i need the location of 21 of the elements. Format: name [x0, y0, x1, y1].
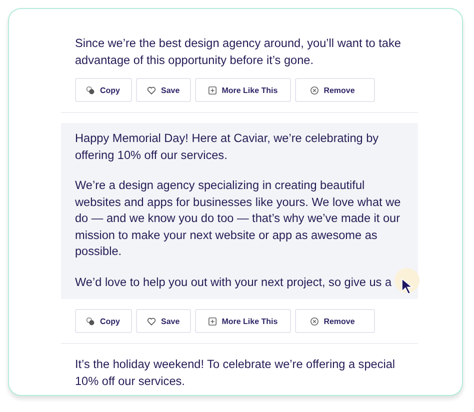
suggestion-text: Happy Memorial Day! Here at Caviar, we’re celebrating by offering 10% off our services.	[75, 130, 380, 163]
plus-icon	[208, 86, 217, 94]
more-button[interactable]: More Like This	[194, 78, 291, 102]
more-button[interactable]: More Like This	[194, 309, 291, 333]
close-icon	[310, 86, 319, 94]
suggestion-text: Since we’re the best design agency around, you’ll want to take advantage of this opportunity before it’s gone.	[75, 35, 402, 68]
copy-button[interactable]: Copy	[75, 309, 132, 333]
save-button[interactable]: Save	[136, 78, 191, 102]
copy-button[interactable]: Copy	[75, 78, 132, 102]
heart-icon	[147, 316, 156, 326]
suggestion-text: It’s the holiday weekend! To celebrate we’re offering a special 10% off our services.	[75, 356, 396, 389]
save-button[interactable]: Save	[136, 309, 191, 333]
suggestion-text: We’re a design agency specializing in creating beautiful websites and apps for businesses like yours. We love what we do — and we know you do too — that’s why we’ve made it our mission to make your next website or app as awesome as possible.	[75, 177, 402, 260]
copy-icon	[86, 316, 95, 326]
copy-icon	[86, 86, 95, 94]
heart-icon	[147, 86, 156, 94]
plus-icon	[208, 316, 217, 326]
close-icon	[310, 316, 319, 326]
remove-button[interactable]: Remove	[294, 309, 375, 333]
suggestion-text: We’d love to help you out with your next project, so give us a	[75, 274, 392, 290]
remove-button[interactable]: Remove	[294, 78, 375, 102]
